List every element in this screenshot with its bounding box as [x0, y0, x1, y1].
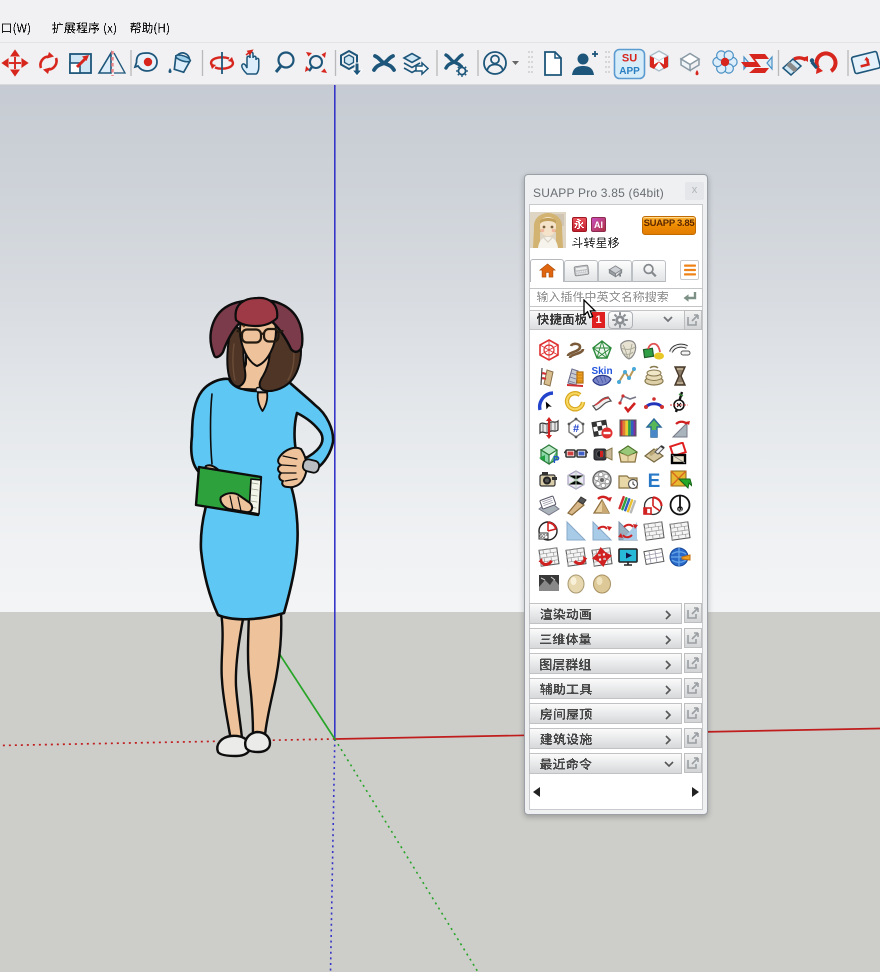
svg-text:E: E — [648, 471, 661, 492]
svg-text:60°: 60° — [540, 534, 548, 540]
svg-text:N: N — [679, 508, 683, 514]
svg-text:SU: SU — [622, 53, 637, 65]
svg-text:#: # — [573, 423, 579, 435]
svg-text:APP: APP — [619, 66, 640, 77]
svg-text:P: P — [553, 455, 560, 466]
